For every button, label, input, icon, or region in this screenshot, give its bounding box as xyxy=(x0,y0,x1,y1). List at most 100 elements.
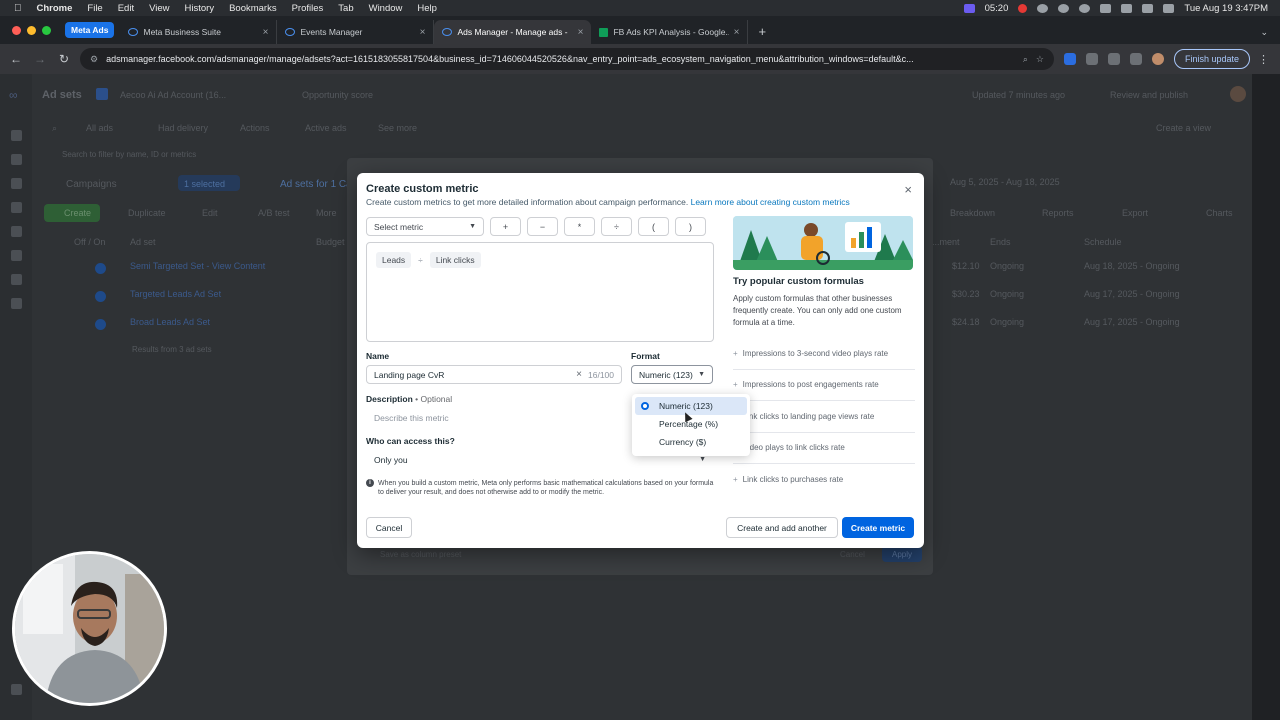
menu-edit[interactable]: Edit xyxy=(118,3,134,14)
column-schedule[interactable]: Schedule xyxy=(1084,237,1122,247)
minimize-window-icon[interactable] xyxy=(27,25,36,35)
close-icon[interactable]: × xyxy=(904,182,912,197)
tab-events-manager[interactable]: Events Manager × xyxy=(277,20,435,44)
battery-icon[interactable] xyxy=(1100,3,1112,13)
column-budget[interactable]: Budget xyxy=(316,237,345,247)
formula-metric-chip[interactable]: Leads xyxy=(376,252,412,268)
close-tab-icon[interactable]: × xyxy=(420,27,426,38)
review-publish-button[interactable]: Review and publish xyxy=(1110,90,1188,100)
menu-profiles[interactable]: Profiles xyxy=(292,3,324,14)
nav-billing-icon[interactable] xyxy=(11,250,22,261)
filter-had-delivery[interactable]: Had delivery xyxy=(158,123,208,133)
menu-file[interactable]: File xyxy=(87,3,102,14)
extension-icon[interactable] xyxy=(1086,53,1098,65)
nav-reporting-icon[interactable] xyxy=(11,226,22,237)
spotlight-search-icon[interactable] xyxy=(1142,3,1154,13)
zoom-icon[interactable]: ⌕ xyxy=(1023,54,1028,65)
filter-actions[interactable]: Actions xyxy=(240,123,270,133)
messenger-icon[interactable] xyxy=(1058,3,1070,13)
operator-divide-button[interactable]: ÷ xyxy=(601,217,632,236)
tab-search-chevron-icon[interactable]: ⌄ xyxy=(1248,27,1280,44)
account-selector[interactable]: Aecoo Ai Ad Account (16... xyxy=(120,90,226,100)
filter-see-more[interactable]: See more xyxy=(378,123,417,133)
screen-recorder-icon[interactable] xyxy=(963,3,975,13)
nav-campaigns-icon[interactable] xyxy=(11,154,22,165)
record-stop-icon[interactable] xyxy=(1018,3,1028,13)
popular-formula-item[interactable]: + Impressions to post engagements rate xyxy=(733,380,915,389)
operator-subtract-button[interactable]: − xyxy=(527,217,558,236)
charts-button[interactable]: Charts xyxy=(1206,208,1233,218)
nav-settings-icon[interactable] xyxy=(11,298,22,309)
wifi-icon[interactable] xyxy=(1121,3,1133,13)
formula-metric-chip[interactable]: Link clicks xyxy=(429,252,481,268)
duplicate-button[interactable]: Duplicate xyxy=(128,208,166,218)
menu-view[interactable]: View xyxy=(149,3,169,14)
popular-formula-item[interactable]: +Video plays to link clicks rate xyxy=(733,443,915,452)
toggle-row-2[interactable] xyxy=(95,291,106,302)
search-filter-input[interactable]: Search to filter by name, ID or metrics xyxy=(62,150,196,159)
create-view-button[interactable]: Create a view xyxy=(1156,123,1211,133)
opportunity-score[interactable]: Opportunity score xyxy=(302,90,373,100)
nav-home-icon[interactable] xyxy=(11,130,22,141)
format-option-numeric[interactable]: Numeric (123) xyxy=(635,397,747,415)
extensions-puzzle-icon[interactable] xyxy=(1108,53,1120,65)
filter-all-ads[interactable]: All ads xyxy=(86,123,113,133)
close-tab-icon[interactable]: × xyxy=(578,27,584,38)
nav-audience-icon[interactable] xyxy=(11,178,22,189)
column-off-on[interactable]: Off / On xyxy=(74,237,105,247)
column-ad-set[interactable]: Ad set xyxy=(130,237,156,247)
format-dropdown[interactable]: Numeric (123) ▼ xyxy=(631,365,713,384)
open-paren-button[interactable]: ( xyxy=(638,217,669,236)
menu-bookmarks[interactable]: Bookmarks xyxy=(229,3,277,14)
search-icon[interactable]: ⌕ xyxy=(52,123,57,134)
tab-fb-ads-kpi-analysis[interactable]: FB Ads KPI Analysis - Google... × xyxy=(591,20,749,44)
save-column-preset-checkbox[interactable]: Save as column preset xyxy=(380,550,461,559)
popular-formula-item[interactable]: + Impressions to 3-second video plays rat… xyxy=(733,349,915,358)
nav-tools-icon[interactable] xyxy=(11,274,22,285)
apple-icon[interactable]:  xyxy=(14,3,22,14)
breakdown-button[interactable]: Breakdown xyxy=(950,208,995,218)
play-icon[interactable] xyxy=(1079,3,1091,13)
menu-window[interactable]: Window xyxy=(369,3,403,14)
reports-button[interactable]: Reports xyxy=(1042,208,1074,218)
menu-history[interactable]: History xyxy=(185,3,215,14)
column-ends[interactable]: Ends xyxy=(990,237,1011,247)
tab-ads-manager[interactable]: Ads Manager - Manage ads - × xyxy=(434,20,592,44)
filter-active-ads[interactable]: Active ads xyxy=(305,123,347,133)
new-tab-plus-icon[interactable]: + xyxy=(748,24,776,44)
adset-name-link[interactable]: Broad Leads Ad Set xyxy=(130,317,210,327)
reload-icon[interactable]: ↻ xyxy=(52,52,76,66)
menu-datetime[interactable]: Tue Aug 19 3:47PM xyxy=(1184,3,1268,14)
learn-more-link[interactable]: Learn more about creating custom metrics xyxy=(691,197,850,207)
create-metric-button[interactable]: Create metric xyxy=(842,517,914,538)
tab-group-label[interactable]: Meta Ads xyxy=(65,22,115,38)
sidebar-icon[interactable] xyxy=(1130,53,1142,65)
select-metric-dropdown[interactable]: Select metric ▼ xyxy=(366,217,484,236)
ab-test-button[interactable]: A/B test xyxy=(258,208,290,218)
close-tab-icon[interactable]: × xyxy=(263,27,269,38)
behind-apply-button[interactable]: Apply xyxy=(892,550,912,559)
address-bar[interactable]: ⚙ adsmanager.facebook.com/adsmanager/man… xyxy=(80,48,1054,70)
chrome-menu-icon[interactable]: ⋮ xyxy=(1258,53,1269,66)
toggle-row-3[interactable] xyxy=(95,319,106,330)
adset-name-link[interactable]: Targeted Leads Ad Set xyxy=(130,289,221,299)
menu-help[interactable]: Help xyxy=(417,3,437,14)
format-option-currency[interactable]: Currency ($) xyxy=(635,433,747,451)
date-range-picker[interactable]: Aug 5, 2025 - Aug 18, 2025 xyxy=(950,177,1060,187)
bookmark-star-icon[interactable]: ☆ xyxy=(1036,54,1044,65)
column-amount[interactable]: ...ment xyxy=(932,237,960,247)
menu-app-name[interactable]: Chrome xyxy=(37,3,73,14)
create-and-add-another-button[interactable]: Create and add another xyxy=(726,517,838,538)
adset-name-link[interactable]: Semi Targeted Set - View Content xyxy=(130,261,265,271)
operator-multiply-button[interactable]: * xyxy=(564,217,595,236)
popular-formula-item[interactable]: + Link clicks to purchases rate xyxy=(733,475,915,484)
pause-icon[interactable] xyxy=(1037,3,1049,13)
user-avatar[interactable] xyxy=(1230,86,1246,102)
back-arrow-icon[interactable]: ← xyxy=(4,52,28,66)
operator-add-button[interactable]: + xyxy=(490,217,521,236)
menu-tab[interactable]: Tab xyxy=(338,3,353,14)
popular-formula-item[interactable]: +Link clicks to landing page views rate xyxy=(733,412,915,421)
create-button[interactable]: Create xyxy=(64,208,91,218)
extension-icon[interactable] xyxy=(1064,53,1076,65)
formula-editor[interactable]: Leads ÷ Link clicks xyxy=(366,242,714,342)
